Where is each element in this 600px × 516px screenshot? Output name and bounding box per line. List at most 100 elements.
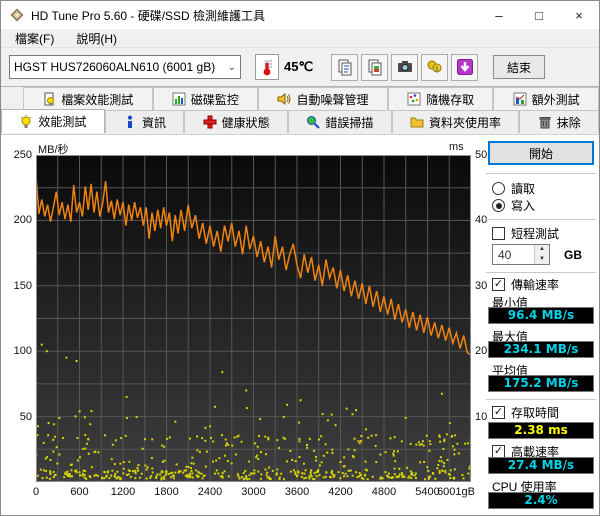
thermometer-icon — [263, 60, 272, 76]
exit-button[interactable]: 結束 — [493, 55, 546, 79]
start-button[interactable]: 開始 — [488, 141, 594, 165]
window-title: HD Tune Pro 5.60 - 硬碟/SSD 檢測維護工具 — [31, 8, 266, 23]
short-test-checkbox[interactable]: ✓ 短程測試 — [492, 226, 559, 241]
benchmark-page: MB/秒 ms 250 200 150 100 50 50 40 30 20 10 0 600 1200… — [1, 134, 599, 515]
maximize-button[interactable]: □ — [519, 1, 559, 29]
tab-label: 檔案效能測試 — [61, 92, 134, 107]
spin-up-icon[interactable]: ▲ — [535, 245, 549, 255]
axis-tick-label: 200 — [13, 214, 32, 227]
titlebar: HD Tune Pro 5.60 - 硬碟/SSD 檢測維護工具 – □ × — [1, 1, 599, 29]
access-time-label: 存取時間 — [511, 406, 560, 420]
checkbox-icon: ✓ — [492, 227, 505, 240]
separator — [486, 219, 596, 220]
tab-label: 錯誤掃描 — [325, 115, 374, 130]
transfer-rate-checkbox[interactable]: ✓ 傳輸速率 — [492, 277, 559, 292]
radio-icon — [492, 182, 505, 195]
tab-label: 效能測試 — [38, 115, 87, 129]
benchmark-chart: MB/秒 ms 250 200 150 100 50 50 40 30 20 10 0 600 1200… — [1, 135, 488, 515]
temperature-indicator[interactable] — [255, 54, 279, 80]
tab-info[interactable]: 資訊 — [104, 110, 185, 133]
random-access-icon — [407, 92, 421, 106]
copy-image-button[interactable] — [361, 53, 389, 81]
short-test-label: 短程測試 — [511, 227, 560, 241]
radio-icon — [492, 199, 505, 212]
checkbox-icon: ✓ — [492, 278, 505, 291]
read-radio-label: 讀取 — [511, 182, 536, 196]
drive-selector[interactable]: HGST HUS726060ALN610 (6001 gB) ⌄ — [9, 55, 241, 79]
update-button[interactable] — [451, 53, 479, 81]
menu-file[interactable]: 檔案(F) — [7, 29, 62, 48]
separator — [486, 173, 596, 174]
tab-file-benchmark[interactable]: 檔案效能測試 — [23, 87, 153, 110]
tab-folder-usage[interactable]: 資料夾使用率 — [391, 110, 520, 133]
minimize-button[interactable]: – — [479, 1, 519, 29]
trash-icon — [539, 117, 551, 129]
tab-error-scan[interactable]: 錯誤掃描 — [288, 110, 392, 133]
tab-label: 額外測試 — [531, 92, 580, 107]
axis-tick-label: 150 — [13, 279, 32, 292]
menubar: 檔案(F) 說明(H) — [1, 29, 599, 48]
copy-text-icon — [338, 59, 352, 76]
tab-label: 抹除 — [556, 115, 581, 130]
tab-disk-monitor[interactable]: 磁碟監控 — [152, 87, 259, 110]
avg-value: 175.2 MB/s — [488, 375, 594, 392]
write-radio-label: 寫入 — [511, 199, 536, 213]
health-cross-icon — [203, 115, 217, 129]
separator — [486, 272, 596, 273]
read-radio[interactable]: 讀取 — [492, 181, 535, 196]
purchase-button[interactable]: $ — [421, 53, 449, 81]
max-value: 234.1 MB/s — [488, 341, 594, 358]
tab-health[interactable]: 健康狀態 — [184, 110, 289, 133]
axis-tick-label: 50 — [19, 410, 32, 423]
tab-label: 磁碟監控 — [190, 92, 239, 107]
plot-area — [36, 155, 471, 482]
short-test-size-input[interactable]: 40 ▲ ▼ — [492, 244, 550, 265]
tab-label: 自動噪聲管理 — [296, 92, 369, 107]
error-scan-icon — [307, 116, 321, 129]
app-window: HD Tune Pro 5.60 - 硬碟/SSD 檢測維護工具 – □ × 檔… — [0, 0, 600, 516]
tab-label: 隨機存取 — [426, 92, 475, 107]
close-button[interactable]: × — [559, 1, 599, 29]
tab-label: 資訊 — [142, 115, 167, 130]
coins-icon: $ — [427, 60, 442, 73]
spin-down-icon[interactable]: ▼ — [535, 254, 549, 264]
tab-benchmark[interactable]: 效能測試 — [1, 109, 105, 133]
disk-monitor-icon — [172, 92, 186, 106]
axis-tick-label: 6001gB — [437, 486, 475, 498]
write-radio[interactable]: 寫入 — [492, 198, 535, 213]
axis-tick-label: 100 — [13, 345, 32, 358]
tab-label: 健康狀態 — [221, 115, 270, 130]
tab-erase[interactable]: 抹除 — [519, 110, 599, 133]
menu-help[interactable]: 說明(H) — [68, 29, 125, 48]
download-arrow-icon — [456, 59, 473, 75]
tab-extra-tests[interactable]: 額外測試 — [493, 87, 599, 110]
benchmark-controls: 開始 讀取 寫入 ✓ 短程測試 40 ▲▼ GB — [484, 135, 599, 515]
checkbox-icon: ✓ — [492, 406, 505, 419]
camera-icon — [397, 61, 412, 72]
file-benchmark-icon — [44, 92, 55, 106]
short-test-unit-label: GB — [564, 247, 582, 262]
short-test-size-value: 40 — [498, 248, 512, 262]
app-icon — [9, 7, 25, 23]
access-time-checkbox[interactable]: ✓ 存取時間 — [492, 405, 559, 420]
axis-tick-label: 250 — [13, 149, 32, 161]
y-axis-right-label: ms — [449, 141, 464, 153]
tab-random-access[interactable]: 隨機存取 — [387, 87, 494, 110]
separator — [486, 399, 596, 400]
min-value: 96.4 MB/s — [488, 307, 594, 324]
screenshot-button[interactable] — [391, 53, 419, 81]
temperature-value: 45℃ — [284, 59, 314, 74]
tab-label: 資料夾使用率 — [429, 115, 502, 130]
copy-text-button[interactable] — [331, 53, 359, 81]
spinner-buttons[interactable]: ▲ ▼ — [534, 245, 549, 264]
copy-image-icon — [368, 59, 382, 76]
transfer-rate-label: 傳輸速率 — [511, 278, 560, 292]
burst-rate-value: 27.4 MB/s — [488, 457, 594, 474]
info-icon — [128, 115, 132, 128]
speaker-icon — [277, 93, 291, 105]
lightbulb-icon — [20, 114, 32, 128]
tab-acoustic-management[interactable]: 自動噪聲管理 — [258, 87, 388, 110]
extra-tests-icon — [513, 92, 527, 106]
toolbar: HGST HUS726060ALN610 (6001 gB) ⌄ 45℃ $ 結… — [1, 48, 599, 87]
cpu-usage-value: 2.4% — [488, 492, 594, 509]
